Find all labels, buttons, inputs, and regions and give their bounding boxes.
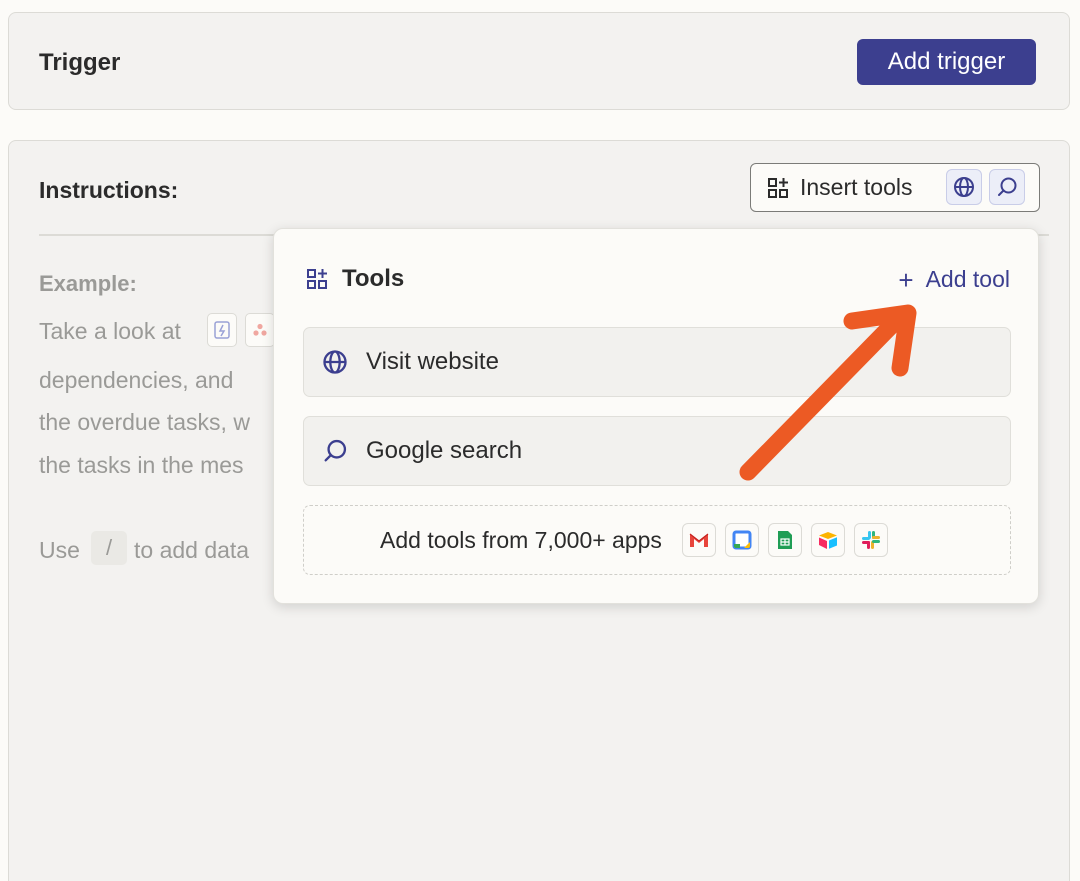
plus-icon: + xyxy=(898,264,914,295)
tools-grid-icon xyxy=(768,177,788,198)
google-sheets-icon xyxy=(767,523,802,557)
use-hint-suffix: to add data xyxy=(134,537,250,563)
insert-tools-button[interactable]: Insert tools xyxy=(750,163,1040,212)
asana-icon xyxy=(245,313,275,347)
tool-item-google-search[interactable]: Google search xyxy=(303,416,1011,486)
globe-chip[interactable] xyxy=(946,169,982,205)
slack-icon xyxy=(853,523,888,557)
zapier-tables-icon xyxy=(207,313,237,347)
search-chip[interactable] xyxy=(989,169,1025,205)
slash-key-hint: / xyxy=(91,531,127,565)
airtable-icon xyxy=(810,523,845,557)
gmail-icon xyxy=(681,523,716,557)
trigger-card: Trigger Add trigger xyxy=(8,12,1070,110)
example-line: dependencies, and xyxy=(39,367,234,393)
search-icon xyxy=(324,439,347,462)
google-calendar-icon xyxy=(724,523,759,557)
insert-tools-label: Insert tools xyxy=(800,174,913,200)
tool-item-label: Visit website xyxy=(366,348,499,375)
tools-grid-icon xyxy=(307,269,327,289)
example-line: the tasks in the mes xyxy=(39,452,244,478)
apps-text: Add tools from 7,000+ apps xyxy=(380,526,662,553)
add-trigger-button[interactable]: Add trigger xyxy=(857,39,1036,85)
example-line: Take a look at xyxy=(39,318,181,344)
globe-icon xyxy=(954,177,974,197)
add-tool-button[interactable]: + Add tool xyxy=(898,266,1010,293)
instructions-title: Instructions: xyxy=(39,177,179,203)
tool-item-label: Google search xyxy=(366,437,523,464)
page: Trigger Add trigger Instructions: Insert… xyxy=(0,0,1080,881)
trigger-title: Trigger xyxy=(39,49,121,76)
add-tools-from-apps[interactable]: Add tools from 7,000+ apps xyxy=(303,505,1011,575)
search-icon xyxy=(998,177,1017,196)
tool-item-visit-website[interactable]: Visit website xyxy=(303,327,1011,397)
example-line: the overdue tasks, w xyxy=(39,409,250,435)
add-tool-label: Add tool xyxy=(925,266,1010,292)
example-label: Example: xyxy=(39,271,137,296)
tools-title: Tools xyxy=(342,265,405,292)
use-hint-prefix: Use xyxy=(39,537,80,563)
globe-icon xyxy=(323,350,347,374)
tools-popover: Tools + Add tool Visit website Google se… xyxy=(273,228,1039,604)
